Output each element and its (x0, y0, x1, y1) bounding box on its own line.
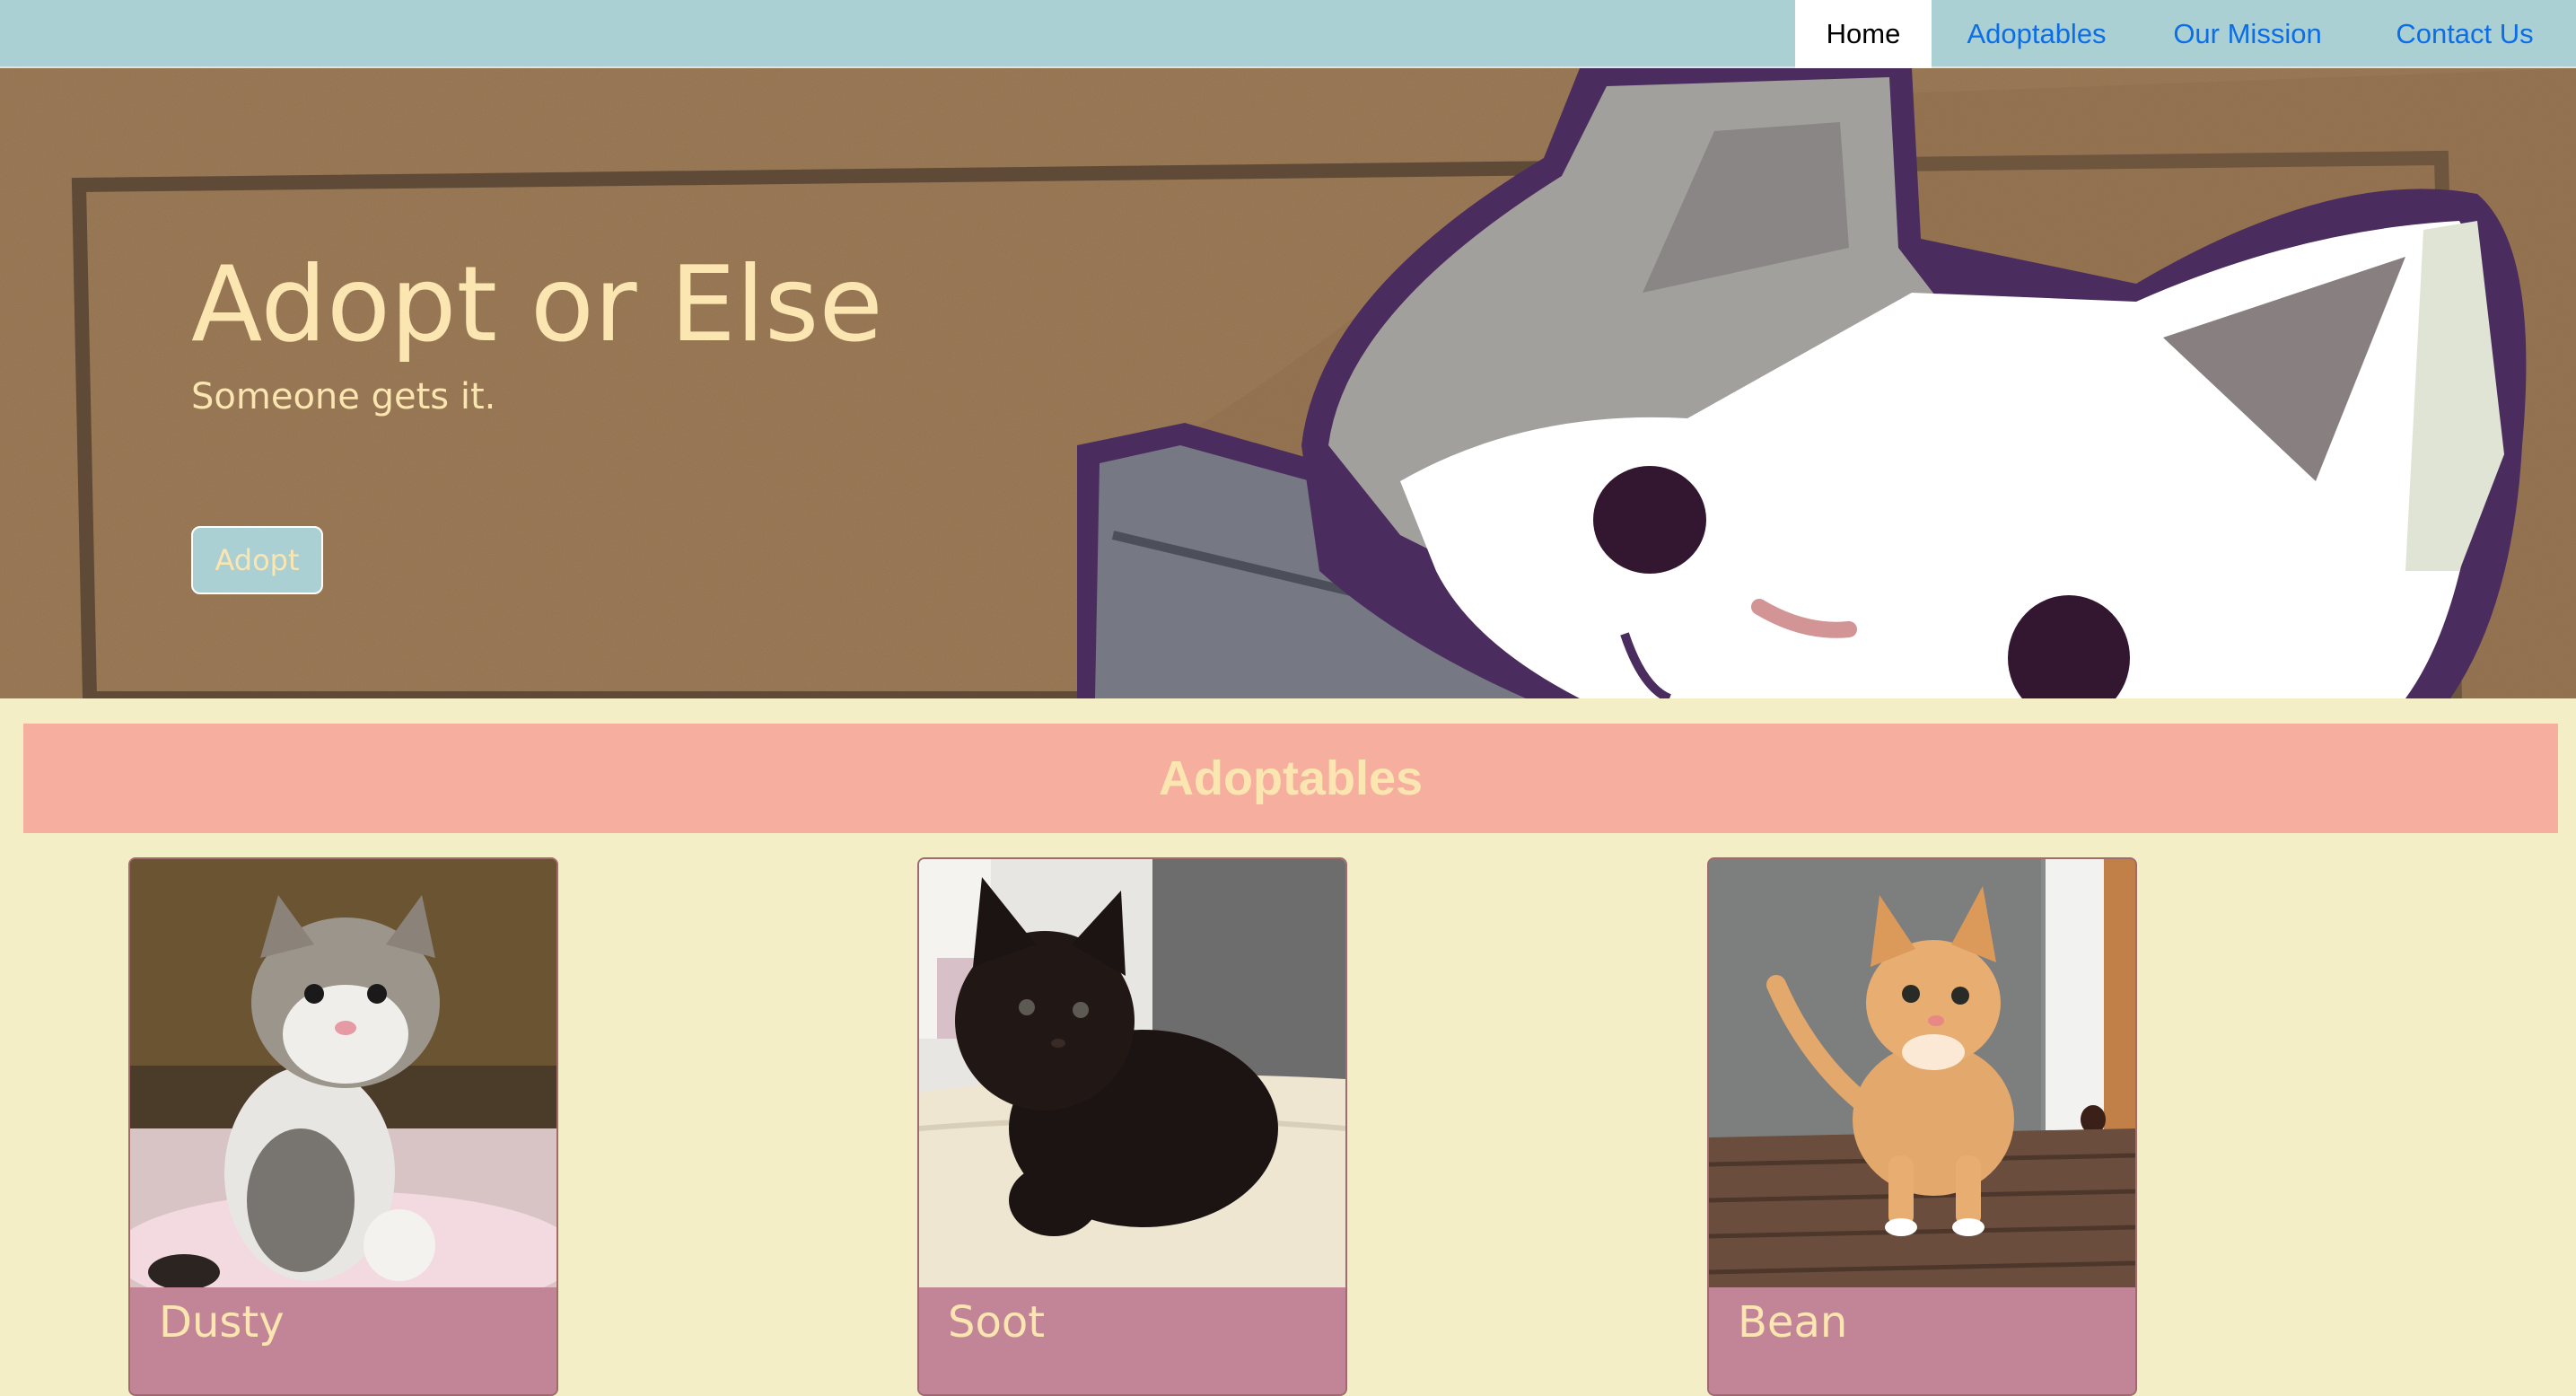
adopt-button[interactable]: Adopt (191, 526, 323, 594)
top-navbar: Home Adoptables Our Mission Contact Us (0, 0, 2576, 68)
adoptable-card-soot[interactable]: Soot (917, 857, 1347, 1396)
nav-link-contact-us[interactable]: Contact Us (2353, 0, 2576, 68)
card-name: Bean (1738, 1297, 1848, 1348)
kitten-photo-gray-white (130, 859, 556, 1287)
nav-link-home[interactable]: Home (1795, 0, 1932, 68)
card-name: Dusty (159, 1297, 285, 1348)
adoptable-card-bean[interactable]: Bean (1707, 857, 2137, 1396)
hero-title: Adopt or Else (191, 244, 883, 365)
kitten-photo-black (919, 859, 1345, 1287)
kitten-photo-orange (1709, 859, 2135, 1287)
nav-menu: Home Adoptables Our Mission Contact Us (1795, 0, 2576, 68)
card-name: Soot (948, 1297, 1046, 1348)
hero-banner: Adopt or Else Someone gets it. Adopt (0, 68, 2576, 698)
hero-subtitle: Someone gets it. (191, 376, 496, 417)
nav-link-adoptables[interactable]: Adoptables (1932, 0, 2142, 68)
adoptable-card-dusty[interactable]: Dusty (128, 857, 558, 1396)
section-title: Adoptables (1158, 751, 1424, 805)
nav-link-our-mission[interactable]: Our Mission (2142, 0, 2353, 68)
adoptables-section-header: Adoptables (23, 724, 2558, 833)
